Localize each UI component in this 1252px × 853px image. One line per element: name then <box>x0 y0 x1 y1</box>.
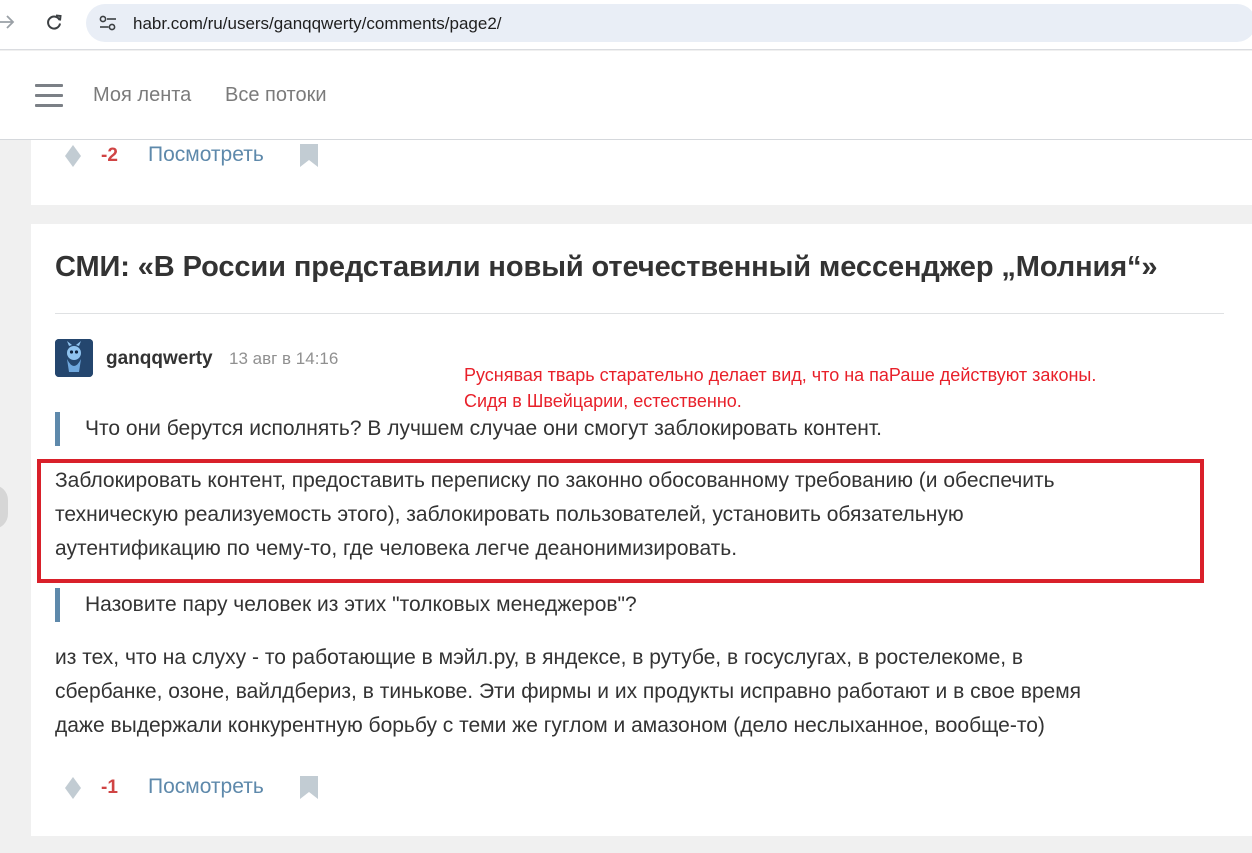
annotation-line: Руснявая тварь старательно делает вид, ч… <box>464 365 1097 385</box>
site-header: Моя лента Все потоки <box>0 51 1252 140</box>
address-bar[interactable]: habr.com/ru/users/ganqqwerty/comments/pa… <box>86 4 1252 42</box>
comment-paragraph: из тех, что на слуху - то работающие в м… <box>55 641 1215 743</box>
quote-text: Назовите пару человек из этих "толковых … <box>85 593 637 616</box>
quote-block: Назовите пару человек из этих "толковых … <box>55 588 637 622</box>
bookmark-icon[interactable] <box>299 775 319 800</box>
vote-icon[interactable] <box>64 144 82 168</box>
comment-timestamp[interactable]: 13 авг в 14:16 <box>229 349 338 369</box>
article-title-link[interactable]: СМИ: «В России представили новый отечест… <box>55 251 1158 284</box>
url-text[interactable]: habr.com/ru/users/ganqqwerty/comments/pa… <box>133 14 502 34</box>
comment-author[interactable]: ganqqwerty <box>106 348 213 370</box>
quote-block: Что они берутся исполнять? В лучшем случ… <box>55 412 882 446</box>
comment-score: -1 <box>101 777 118 798</box>
comment-footer: -1 Посмотреть <box>31 772 431 802</box>
site-settings-icon[interactable] <box>98 13 118 33</box>
paragraph-line: из тех, что на слуху - то работающие в м… <box>55 646 1024 669</box>
side-scroll-button[interactable] <box>0 485 8 529</box>
quote-text: Что они берутся исполнять? В лучшем случ… <box>85 417 882 440</box>
paragraph-line: сбербанке, озоне, вайлдбериз, в тинькове… <box>55 680 1082 703</box>
comment-score: -2 <box>101 145 118 166</box>
menu-icon[interactable] <box>35 84 63 108</box>
highlight-frame <box>37 459 1204 583</box>
view-link[interactable]: Посмотреть <box>148 775 264 799</box>
avatar[interactable] <box>55 339 93 377</box>
bookmark-icon[interactable] <box>299 143 319 168</box>
vote-icon[interactable] <box>64 776 82 800</box>
paragraph-line: даже выдержали конкурентную борьбу с тем… <box>55 714 1045 737</box>
reload-icon[interactable] <box>42 10 66 34</box>
nav-my-feed[interactable]: Моя лента <box>93 84 191 107</box>
comment-footer: -2 Посмотреть <box>31 140 431 170</box>
annotation-text: Руснявая тварь старательно делает вид, ч… <box>464 362 1096 414</box>
view-link[interactable]: Посмотреть <box>148 143 264 167</box>
nav-all-streams[interactable]: Все потоки <box>225 84 327 107</box>
browser-toolbar: habr.com/ru/users/ganqqwerty/comments/pa… <box>0 0 1252 50</box>
back-arrow-icon[interactable] <box>0 10 18 34</box>
previous-comment-card: -2 Посмотреть <box>31 130 1252 205</box>
annotation-line: Сидя в Швейцарии, естественно. <box>464 391 742 411</box>
divider <box>55 313 1224 314</box>
